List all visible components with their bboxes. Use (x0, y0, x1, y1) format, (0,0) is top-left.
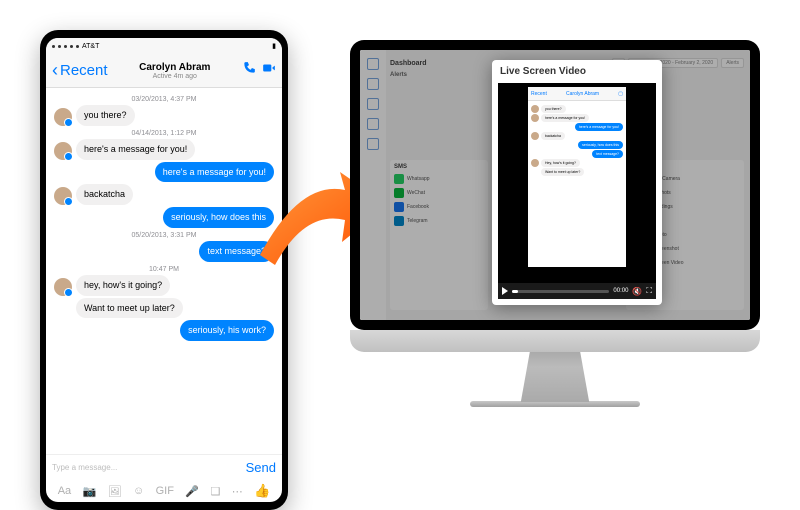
video-time: 00:00 (613, 288, 628, 294)
seek-bar[interactable] (512, 290, 609, 293)
mini-bubble: Want to meet up later? (541, 168, 584, 176)
avatar (54, 108, 72, 126)
text-style-icon[interactable]: Aa (58, 485, 71, 497)
phone-call-icon[interactable] (242, 61, 256, 80)
mini-message-row: here's a message for you! (531, 114, 623, 122)
back-label: Recent (60, 62, 108, 79)
live-screen-video-popup: Live Screen Video Recent Carolyn Abram ▢… (492, 60, 662, 305)
chevron-left-icon: ‹ (52, 60, 58, 81)
monitor-chin (350, 330, 760, 352)
play-button[interactable] (502, 287, 508, 295)
message-list[interactable]: 03/20/2013, 4:37 PM you there? 04/14/2013,… (46, 88, 282, 454)
message-row: you there? (54, 105, 274, 126)
timestamp: 05/20/2013, 3:31 PM (54, 232, 274, 239)
avatar (54, 142, 72, 160)
mirrored-phone-screen: Recent Carolyn Abram ▢ you there?here's … (528, 87, 626, 267)
avatar (531, 114, 539, 122)
mini-bubble: you there? (541, 105, 566, 113)
timestamp: 04/14/2013, 1:12 PM (54, 130, 274, 137)
message-row: seriously, how does this (54, 207, 274, 228)
camera-icon[interactable]: 📷 (83, 485, 97, 498)
message-bubble[interactable]: Want to meet up later? (76, 298, 183, 319)
mini-bubble: seriously, how does this (578, 141, 623, 149)
mini-message-row: Hey, how's it going? (531, 159, 623, 167)
mini-bubble: here's a message for you! (575, 123, 623, 131)
avatar (531, 159, 539, 167)
battery-icon: ▮ (272, 42, 276, 50)
mini-message-row: you there? (531, 105, 623, 113)
message-bubble[interactable]: here's a message for you! (76, 139, 195, 160)
mute-icon[interactable]: 🔇 (632, 287, 642, 296)
message-row: seriously, his work? (54, 320, 274, 341)
contact-status: Active 4m ago (108, 73, 242, 80)
chat-header: ‹ Recent Carolyn Abram Active 4m ago (46, 54, 282, 88)
contact-name: Carolyn Abram (108, 62, 242, 73)
composer-toolbar: Aa 📷 🖼 ☺ GIF 🎤 ❑ ⋯ 👍 (46, 480, 282, 502)
smile-icon[interactable]: ☺ (133, 485, 144, 497)
video-controls: 00:00 🔇 ⛶ (498, 283, 656, 299)
timestamp: 03/20/2013, 4:37 PM (54, 96, 274, 103)
image-icon[interactable]: 🖼 (108, 485, 122, 498)
status-bar: AT&T ▮ (46, 38, 282, 54)
message-row: text message? (54, 241, 274, 262)
message-row: here's a message for you! (54, 162, 274, 183)
mini-message-row: text message? (531, 150, 623, 158)
gif-icon[interactable]: GIF (156, 485, 174, 497)
mini-name: Carolyn Abram (566, 91, 599, 97)
mini-message-row: here's a message for you! (531, 123, 623, 131)
mini-video-icon: ▢ (618, 91, 623, 97)
message-row: hey, how's it going? (54, 275, 274, 296)
avatar (531, 132, 539, 140)
mini-bubble: text message? (592, 150, 623, 158)
sticker-icon[interactable]: ❑ (210, 485, 220, 498)
send-button[interactable]: Send (246, 460, 276, 475)
mini-bubble: Hey, how's it going? (541, 159, 580, 167)
fullscreen-icon[interactable]: ⛶ (646, 286, 652, 296)
avatar (531, 105, 539, 113)
message-bubble[interactable]: you there? (76, 105, 135, 126)
more-icon[interactable]: ⋯ (232, 485, 243, 498)
message-row: here's a message for you! (54, 139, 274, 160)
desktop-monitor: Dashboard ▾ February 1, 2020 - February … (350, 40, 760, 407)
mini-message-row: seriously, how does this (531, 141, 623, 149)
video-viewport: Recent Carolyn Abram ▢ you there?here's … (498, 83, 656, 283)
mic-icon[interactable]: 🎤 (185, 485, 199, 498)
message-bubble[interactable]: seriously, his work? (180, 320, 274, 341)
message-bubble[interactable]: backatcha (76, 184, 133, 205)
back-button[interactable]: ‹ Recent (52, 60, 108, 81)
avatar (54, 187, 72, 205)
signal-icon (52, 45, 55, 48)
timestamp: 10:47 PM (54, 266, 274, 273)
message-composer: Type a message... Send (46, 454, 282, 480)
video-call-icon[interactable] (262, 61, 276, 80)
mini-message-row: Want to meet up later? (531, 168, 623, 176)
mini-back: Recent (531, 91, 547, 97)
popup-title: Live Screen Video (492, 60, 662, 83)
avatar (54, 278, 72, 296)
mini-bubble: here's a message for you! (541, 114, 589, 122)
thumb-up-icon[interactable]: 👍 (254, 483, 270, 499)
message-row: Want to meet up later? (54, 298, 274, 319)
message-input[interactable]: Type a message... (52, 463, 246, 472)
message-bubble[interactable]: hey, how's it going? (76, 275, 170, 296)
carrier-label: AT&T (82, 43, 99, 50)
monitor-stand (510, 352, 600, 402)
mini-bubble: backatcha (541, 132, 565, 140)
phone-screen: AT&T ▮ ‹ Recent Carolyn Abram Active 4m … (46, 38, 282, 502)
mini-message-row: backatcha (531, 132, 623, 140)
message-row: backatcha (54, 184, 274, 205)
